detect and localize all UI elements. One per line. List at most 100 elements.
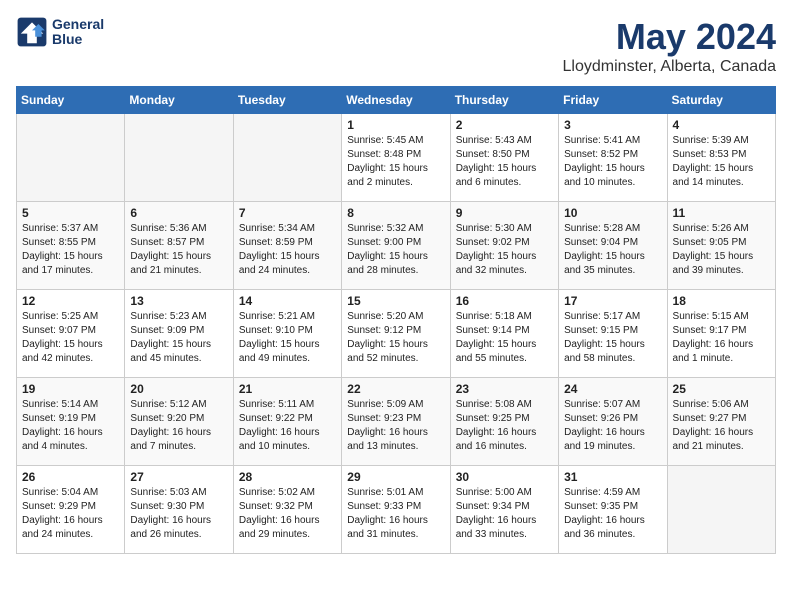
day-number: 4 bbox=[673, 118, 770, 132]
calendar-cell: 15 Sunrise: 5:20 AM Sunset: 9:12 PM Dayli… bbox=[342, 290, 450, 378]
calendar-cell: 8 Sunrise: 5:32 AM Sunset: 9:00 PM Daylig… bbox=[342, 202, 450, 290]
calendar-cell: 22 Sunrise: 5:09 AM Sunset: 9:23 PM Dayli… bbox=[342, 378, 450, 466]
calendar-cell: 12 Sunrise: 5:25 AM Sunset: 9:07 PM Dayli… bbox=[17, 290, 125, 378]
day-number: 15 bbox=[347, 294, 444, 308]
day-info: Sunrise: 5:28 AM Sunset: 9:04 PM Dayligh… bbox=[564, 222, 661, 278]
calendar-cell bbox=[17, 114, 125, 202]
day-info: Sunrise: 5:06 AM Sunset: 9:27 PM Dayligh… bbox=[673, 398, 770, 454]
day-number: 29 bbox=[347, 470, 444, 484]
day-number: 1 bbox=[347, 118, 444, 132]
day-number: 23 bbox=[456, 382, 553, 396]
calendar-cell: 20 Sunrise: 5:12 AM Sunset: 9:20 PM Dayli… bbox=[125, 378, 233, 466]
col-header-wednesday: Wednesday bbox=[342, 87, 450, 114]
col-header-tuesday: Tuesday bbox=[233, 87, 341, 114]
calendar-cell: 3Sunrise: 5:41 AM Sunset: 8:52 PM Daylig… bbox=[559, 114, 667, 202]
day-number: 9 bbox=[456, 206, 553, 220]
day-info: Sunrise: 5:39 AM Sunset: 8:53 PM Dayligh… bbox=[673, 134, 770, 190]
day-number: 5 bbox=[22, 206, 119, 220]
day-info: Sunrise: 5:21 AM Sunset: 9:10 PM Dayligh… bbox=[239, 310, 336, 366]
day-number: 6 bbox=[130, 206, 227, 220]
page-header: General Blue May 2024 Lloydminster, Albe… bbox=[16, 16, 776, 76]
week-row-5: 26 Sunrise: 5:04 AM Sunset: 9:29 PM Dayli… bbox=[17, 466, 776, 554]
week-row-4: 19Sunrise: 5:14 AM Sunset: 9:19 PM Dayli… bbox=[17, 378, 776, 466]
day-number: 16 bbox=[456, 294, 553, 308]
logo-line1: General bbox=[52, 17, 104, 32]
day-number: 26 bbox=[22, 470, 119, 484]
calendar-cell: 21 Sunrise: 5:11 AM Sunset: 9:22 PM Dayli… bbox=[233, 378, 341, 466]
calendar-cell: 16 Sunrise: 5:18 AM Sunset: 9:14 PM Dayli… bbox=[450, 290, 558, 378]
day-info: Sunrise: 5:12 AM Sunset: 9:20 PM Dayligh… bbox=[130, 398, 227, 454]
calendar-cell: 24 Sunrise: 5:07 AM Sunset: 9:26 PM Dayli… bbox=[559, 378, 667, 466]
day-info: Sunrise: 5:43 AM Sunset: 8:50 PM Dayligh… bbox=[456, 134, 553, 190]
calendar-cell bbox=[125, 114, 233, 202]
week-row-2: 5 Sunrise: 5:37 AM Sunset: 8:55 PM Daylig… bbox=[17, 202, 776, 290]
day-info: Sunrise: 5:32 AM Sunset: 9:00 PM Dayligh… bbox=[347, 222, 444, 278]
calendar-cell: 19Sunrise: 5:14 AM Sunset: 9:19 PM Dayli… bbox=[17, 378, 125, 466]
calendar-cell: 1 Sunrise: 5:45 AM Sunset: 8:48 PM Daylig… bbox=[342, 114, 450, 202]
calendar-cell: 18 Sunrise: 5:15 AM Sunset: 9:17 PM Dayli… bbox=[667, 290, 775, 378]
calendar-cell: 4 Sunrise: 5:39 AM Sunset: 8:53 PM Daylig… bbox=[667, 114, 775, 202]
day-info: Sunrise: 5:37 AM Sunset: 8:55 PM Dayligh… bbox=[22, 222, 119, 278]
calendar-cell: 9Sunrise: 5:30 AM Sunset: 9:02 PM Daylig… bbox=[450, 202, 558, 290]
day-info: Sunrise: 5:41 AM Sunset: 8:52 PM Dayligh… bbox=[564, 134, 661, 190]
day-info: Sunrise: 5:20 AM Sunset: 9:12 PM Dayligh… bbox=[347, 310, 444, 366]
calendar-table: SundayMondayTuesdayWednesdayThursdayFrid… bbox=[16, 86, 776, 554]
day-number: 25 bbox=[673, 382, 770, 396]
day-number: 12 bbox=[22, 294, 119, 308]
day-number: 20 bbox=[130, 382, 227, 396]
calendar-cell: 25 Sunrise: 5:06 AM Sunset: 9:27 PM Dayli… bbox=[667, 378, 775, 466]
day-info: Sunrise: 5:02 AM Sunset: 9:32 PM Dayligh… bbox=[239, 486, 336, 542]
location: Lloydminster, Alberta, Canada bbox=[563, 58, 776, 76]
calendar-cell: 27 Sunrise: 5:03 AM Sunset: 9:30 PM Dayli… bbox=[125, 466, 233, 554]
day-info: Sunrise: 5:15 AM Sunset: 9:17 PM Dayligh… bbox=[673, 310, 770, 366]
logo-line2: Blue bbox=[52, 32, 104, 47]
calendar-cell: 2 Sunrise: 5:43 AM Sunset: 8:50 PM Daylig… bbox=[450, 114, 558, 202]
week-row-3: 12 Sunrise: 5:25 AM Sunset: 9:07 PM Dayli… bbox=[17, 290, 776, 378]
day-info: Sunrise: 5:25 AM Sunset: 9:07 PM Dayligh… bbox=[22, 310, 119, 366]
calendar-cell: 17 Sunrise: 5:17 AM Sunset: 9:15 PM Dayli… bbox=[559, 290, 667, 378]
day-info: Sunrise: 5:04 AM Sunset: 9:29 PM Dayligh… bbox=[22, 486, 119, 542]
day-number: 31 bbox=[564, 470, 661, 484]
day-info: Sunrise: 4:59 AM Sunset: 9:35 PM Dayligh… bbox=[564, 486, 661, 542]
calendar-cell: 26 Sunrise: 5:04 AM Sunset: 9:29 PM Dayli… bbox=[17, 466, 125, 554]
calendar-cell: 13Sunrise: 5:23 AM Sunset: 9:09 PM Dayli… bbox=[125, 290, 233, 378]
logo: General Blue bbox=[16, 16, 104, 48]
day-info: Sunrise: 5:45 AM Sunset: 8:48 PM Dayligh… bbox=[347, 134, 444, 190]
calendar-cell: 11Sunrise: 5:26 AM Sunset: 9:05 PM Dayli… bbox=[667, 202, 775, 290]
day-info: Sunrise: 5:08 AM Sunset: 9:25 PM Dayligh… bbox=[456, 398, 553, 454]
day-number: 22 bbox=[347, 382, 444, 396]
calendar-cell: 14 Sunrise: 5:21 AM Sunset: 9:10 PM Dayli… bbox=[233, 290, 341, 378]
day-number: 21 bbox=[239, 382, 336, 396]
day-info: Sunrise: 5:03 AM Sunset: 9:30 PM Dayligh… bbox=[130, 486, 227, 542]
calendar-cell: 23 Sunrise: 5:08 AM Sunset: 9:25 PM Dayli… bbox=[450, 378, 558, 466]
day-number: 27 bbox=[130, 470, 227, 484]
calendar-cell bbox=[667, 466, 775, 554]
week-row-1: 1 Sunrise: 5:45 AM Sunset: 8:48 PM Daylig… bbox=[17, 114, 776, 202]
day-info: Sunrise: 5:11 AM Sunset: 9:22 PM Dayligh… bbox=[239, 398, 336, 454]
day-number: 8 bbox=[347, 206, 444, 220]
day-number: 7 bbox=[239, 206, 336, 220]
calendar-cell: 7Sunrise: 5:34 AM Sunset: 8:59 PM Daylig… bbox=[233, 202, 341, 290]
col-header-saturday: Saturday bbox=[667, 87, 775, 114]
day-number: 24 bbox=[564, 382, 661, 396]
day-info: Sunrise: 5:09 AM Sunset: 9:23 PM Dayligh… bbox=[347, 398, 444, 454]
day-info: Sunrise: 5:00 AM Sunset: 9:34 PM Dayligh… bbox=[456, 486, 553, 542]
day-number: 28 bbox=[239, 470, 336, 484]
title-block: May 2024 Lloydminster, Alberta, Canada bbox=[563, 16, 776, 76]
col-header-sunday: Sunday bbox=[17, 87, 125, 114]
day-info: Sunrise: 5:23 AM Sunset: 9:09 PM Dayligh… bbox=[130, 310, 227, 366]
day-number: 2 bbox=[456, 118, 553, 132]
day-info: Sunrise: 5:36 AM Sunset: 8:57 PM Dayligh… bbox=[130, 222, 227, 278]
day-number: 19 bbox=[22, 382, 119, 396]
col-header-friday: Friday bbox=[559, 87, 667, 114]
calendar-cell bbox=[233, 114, 341, 202]
day-number: 14 bbox=[239, 294, 336, 308]
day-info: Sunrise: 5:17 AM Sunset: 9:15 PM Dayligh… bbox=[564, 310, 661, 366]
calendar-cell: 30Sunrise: 5:00 AM Sunset: 9:34 PM Dayli… bbox=[450, 466, 558, 554]
calendar-cell: 5 Sunrise: 5:37 AM Sunset: 8:55 PM Daylig… bbox=[17, 202, 125, 290]
col-header-thursday: Thursday bbox=[450, 87, 558, 114]
day-info: Sunrise: 5:18 AM Sunset: 9:14 PM Dayligh… bbox=[456, 310, 553, 366]
day-number: 18 bbox=[673, 294, 770, 308]
day-info: Sunrise: 5:07 AM Sunset: 9:26 PM Dayligh… bbox=[564, 398, 661, 454]
day-number: 17 bbox=[564, 294, 661, 308]
